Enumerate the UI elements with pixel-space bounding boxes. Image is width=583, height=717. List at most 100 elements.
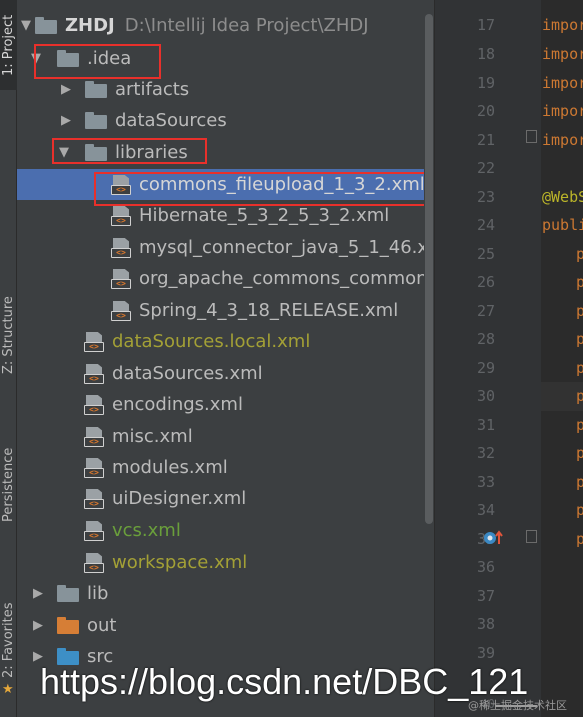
watermark-url: https://blog.csdn.net/DBC_121 [40,661,529,702]
tree-item-label: encodings.xml [112,394,243,415]
folder-icon [57,585,79,602]
line-number: 20 [476,102,495,120]
xml-file-icon: <> [84,426,104,447]
tree-scrollbar[interactable] [424,0,434,717]
project-tree[interactable]: ▼ ZHDJ D:\Intellij Idea Project\ZHDJ ▼ .… [17,0,434,717]
tree-item-apache-commons[interactable]: <> org_apache_commons_commons_c [17,263,434,294]
line-number: 21 [476,131,495,149]
line-number: 28 [476,330,495,348]
tree-item-lib[interactable]: ▶ lib [17,578,434,609]
chevron-down-icon[interactable]: ▼ [17,17,35,35]
code-line: p [576,302,583,320]
line-number: 19 [476,74,495,92]
tree-item-spring[interactable]: <> Spring_4_3_18_RELEASE.xml [17,295,434,326]
tree-item-encodings[interactable]: <> encodings.xml [17,389,434,420]
chevron-down-icon[interactable]: ▼ [55,144,73,162]
code-line: impor [542,16,583,34]
fold-marker-icon[interactable] [526,130,537,143]
tree-item-datasources-xml[interactable]: <> dataSources.xml [17,358,434,389]
tree-item-label: org_apache_commons_commons_c [139,268,434,289]
tree-item-mysql-connector[interactable]: <> mysql_connector_java_5_1_46.xml [17,232,434,263]
project-name: ZHDJ [65,15,115,36]
fold-marker-icon[interactable] [526,530,537,543]
tree-item-idea[interactable]: ▼ .idea [17,43,434,74]
line-number: 29 [476,359,495,377]
code-line: p [576,359,583,377]
override-method-icon[interactable] [483,530,505,546]
project-tool-tab[interactable]: 1: Project [0,0,17,90]
chevron-right-icon[interactable]: ▶ [57,81,75,99]
persistence-tab-label: Persistence [1,447,16,523]
line-number: 39 [476,644,495,662]
folder-icon [57,617,79,634]
code-line: p [576,387,583,405]
tree-item-misc[interactable]: <> misc.xml [17,421,434,452]
tree-item-label: uiDesigner.xml [112,488,247,509]
tree-item-out[interactable]: ▶ out [17,610,434,641]
tool-window-strip: 1: Project Z: Structure Persistence 2: F… [0,0,17,717]
code-line: p [576,273,583,291]
code-line: p [576,501,583,519]
tree-item-label: Hibernate_5_3_2_5_3_2.xml [139,205,390,226]
tree-item-label: vcs.xml [112,520,181,541]
structure-tool-tab[interactable]: Z: Structure [0,280,17,390]
tree-scrollbar-thumb[interactable] [425,14,433,524]
tree-item-hibernate[interactable]: <> Hibernate_5_3_2_5_3_2.xml [17,200,434,231]
code-line: p [576,416,583,434]
tree-item-datasources-local[interactable]: <> dataSources.local.xml [17,326,434,357]
chevron-down-icon[interactable]: ▼ [27,50,45,68]
tree-root-row[interactable]: ▼ ZHDJ D:\Intellij Idea Project\ZHDJ [17,10,434,41]
xml-file-icon: <> [111,268,131,289]
tree-item-workspace[interactable]: <> workspace.xml [17,547,434,578]
code-line: p [576,330,583,348]
tree-item-label: artifacts [115,79,190,100]
tree-item-label: modules.xml [112,457,228,478]
tree-item-label: mysql_connector_java_5_1_46.xml [139,237,434,258]
tree-item-label: Spring_4_3_18_RELEASE.xml [139,300,399,321]
tree-item-label: .idea [87,48,132,69]
chevron-right-icon[interactable]: ▶ [29,585,47,603]
tree-item-vcs[interactable]: <> vcs.xml [17,515,434,546]
folder-icon [57,50,79,67]
tree-item-modules[interactable]: <> modules.xml [17,452,434,483]
code-line: p [576,245,583,263]
persistence-tool-tab[interactable]: Persistence [0,430,17,540]
line-number: 25 [476,245,495,263]
line-number: 23 [476,188,495,206]
tree-item-label: out [87,615,117,636]
tree-item-datasources-folder[interactable]: ▶ dataSources [17,105,434,136]
line-number: 24 [476,216,495,234]
tree-item-label: workspace.xml [112,552,248,573]
tree-item-libraries[interactable]: ▼ libraries [17,137,434,168]
line-number: 33 [476,473,495,491]
line-number: 17 [476,16,495,34]
line-number: 31 [476,416,495,434]
chevron-right-icon[interactable]: ▶ [57,112,75,130]
tree-item-label: misc.xml [112,426,193,447]
line-number: 34 [476,501,495,519]
xml-file-icon: <> [111,237,131,258]
xml-file-icon: <> [111,205,131,226]
tree-item-uidesigner[interactable]: <> uiDesigner.xml [17,483,434,514]
code-line: impor [542,45,583,63]
line-number: 27 [476,302,495,320]
tree-item-artifacts[interactable]: ▶ artifacts [17,74,434,105]
tree-item-label: dataSources.local.xml [112,331,311,352]
folder-icon [85,144,107,161]
xml-file-icon: <> [111,300,131,321]
xml-file-icon: <> [111,174,131,195]
line-number: 22 [476,159,495,177]
code-line: p [576,530,583,548]
line-number: 38 [476,615,495,633]
line-number: 32 [476,444,495,462]
line-number: 26 [476,273,495,291]
code-editor[interactable]: impor impor impor impor impor @WebS publ… [541,0,583,717]
xml-file-icon: <> [84,394,104,415]
line-number: 37 [476,587,495,605]
code-line: p [576,444,583,462]
tree-item-label: libraries [115,142,188,163]
tree-item-label: lib [87,583,109,604]
chevron-right-icon[interactable]: ▶ [29,617,47,635]
xml-file-icon: <> [84,488,104,509]
tree-item-commons-fileupload[interactable]: <> commons_fileupload_1_3_2.xml [17,169,434,200]
